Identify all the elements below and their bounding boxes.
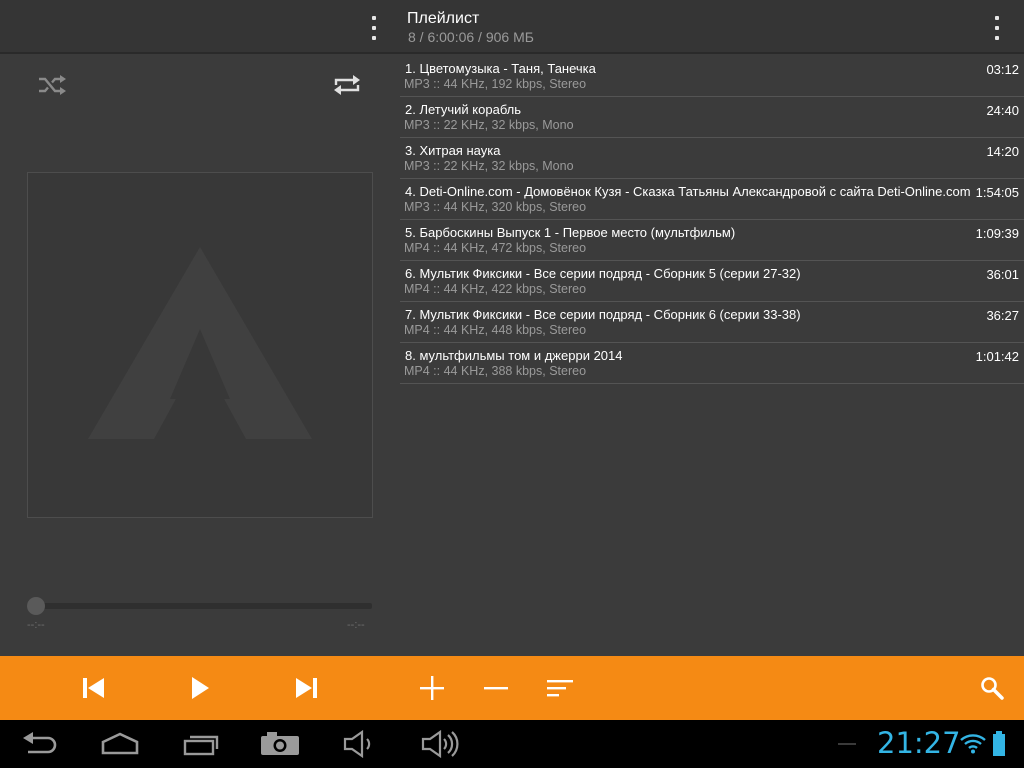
playlist-track[interactable]: 8. мультфильмы том и джерри 2014 MP4 :: … xyxy=(400,343,1024,384)
home-icon[interactable] xyxy=(96,720,144,768)
remove-icon[interactable] xyxy=(474,656,518,720)
track-title: 8. мультфильмы том и джерри 2014 xyxy=(405,348,623,363)
playlist-track[interactable]: 6. Мультик Фиксики - Все серии подряд - … xyxy=(400,261,1024,302)
track-duration: 36:01 xyxy=(986,267,1019,282)
seek-bar[interactable] xyxy=(27,603,372,609)
app-logo xyxy=(88,247,312,439)
play-icon[interactable] xyxy=(178,656,222,720)
playback-controls xyxy=(0,656,1024,720)
track-info: MP4 :: 44 KHz, 448 kbps, Stereo xyxy=(404,323,587,337)
playlist-overflow-menu-icon[interactable] xyxy=(991,16,1003,40)
notification-dash xyxy=(838,743,856,745)
status-clock: 21:27 xyxy=(877,726,961,760)
track-duration: 1:09:39 xyxy=(975,226,1019,241)
track-duration: 1:54:05 xyxy=(975,185,1019,200)
sort-icon[interactable] xyxy=(538,656,582,720)
shuffle-icon[interactable] xyxy=(36,72,68,103)
volume-down-icon[interactable] xyxy=(336,720,384,768)
player-panel: --:-- --:-- xyxy=(0,54,400,656)
player-overflow-menu-icon[interactable] xyxy=(368,16,380,40)
track-info: MP4 :: 44 KHz, 422 kbps, Stereo xyxy=(404,282,587,296)
wifi-icon xyxy=(960,732,986,759)
track-title: 2. Летучий корабль xyxy=(405,102,522,117)
playlist-track[interactable]: 3. Хитрая наука MP3 :: 22 KHz, 32 kbps, … xyxy=(400,138,1024,179)
track-info: MP3 :: 44 KHz, 320 kbps, Stereo xyxy=(404,200,587,214)
playlist: 1. Цветомузыка - Таня, Танечка MP3 :: 44… xyxy=(400,56,1024,384)
repeat-icon[interactable] xyxy=(331,71,363,104)
system-nav-bar xyxy=(0,720,1024,768)
track-duration: 24:40 xyxy=(986,103,1019,118)
recent-apps-icon[interactable] xyxy=(178,720,226,768)
playlist-track[interactable]: 7. Мультик Фиксики - Все серии подряд - … xyxy=(400,302,1024,343)
track-title: 5. Барбоскины Выпуск 1 - Первое место (м… xyxy=(405,225,736,240)
track-title: 1. Цветомузыка - Таня, Танечка xyxy=(405,61,596,76)
track-duration: 36:27 xyxy=(986,308,1019,323)
playlist-track[interactable]: 4. Deti-Online.com - Домовёнок Кузя - Ск… xyxy=(400,179,1024,220)
track-info: MP4 :: 44 KHz, 472 kbps, Stereo xyxy=(404,241,587,255)
battery-icon xyxy=(992,731,1006,762)
playlist-title: Плейлист xyxy=(407,10,480,27)
playlist-stats: 8 / 6:00:06 / 906 МБ xyxy=(408,29,534,45)
time-elapsed: --:-- xyxy=(27,619,45,631)
track-title: 4. Deti-Online.com - Домовёнок Кузя - Ск… xyxy=(405,184,971,199)
track-info: MP3 :: 22 KHz, 32 kbps, Mono xyxy=(404,159,574,173)
track-title: 6. Мультик Фиксики - Все серии подряд - … xyxy=(405,266,801,281)
search-icon[interactable] xyxy=(970,656,1014,720)
track-title: 7. Мультик Фиксики - Все серии подряд - … xyxy=(405,307,801,322)
seek-thumb[interactable] xyxy=(27,597,45,615)
track-duration: 1:01:42 xyxy=(975,349,1019,364)
volume-up-icon[interactable] xyxy=(416,720,464,768)
track-duration: 14:20 xyxy=(986,144,1019,159)
track-info: MP4 :: 44 KHz, 388 kbps, Stereo xyxy=(404,364,587,378)
playlist-track[interactable]: 5. Барбоскины Выпуск 1 - Первое место (м… xyxy=(400,220,1024,261)
playlist-track[interactable]: 1. Цветомузыка - Таня, Танечка MP3 :: 44… xyxy=(400,56,1024,97)
back-icon[interactable] xyxy=(18,720,62,768)
add-icon[interactable] xyxy=(410,656,454,720)
track-title: 3. Хитрая наука xyxy=(405,143,501,158)
album-art xyxy=(27,172,373,518)
playlist-track[interactable]: 2. Летучий корабль MP3 :: 22 KHz, 32 kbp… xyxy=(400,97,1024,138)
screenshot-icon[interactable] xyxy=(256,720,304,768)
track-info: MP3 :: 22 KHz, 32 kbps, Mono xyxy=(404,118,574,132)
time-total: --:-- xyxy=(347,619,365,631)
next-icon[interactable] xyxy=(284,656,328,720)
previous-icon[interactable] xyxy=(72,656,116,720)
top-bar: Плейлист 8 / 6:00:06 / 906 МБ xyxy=(0,0,1024,54)
track-info: MP3 :: 44 KHz, 192 kbps, Stereo xyxy=(404,77,587,91)
track-duration: 03:12 xyxy=(986,62,1019,77)
